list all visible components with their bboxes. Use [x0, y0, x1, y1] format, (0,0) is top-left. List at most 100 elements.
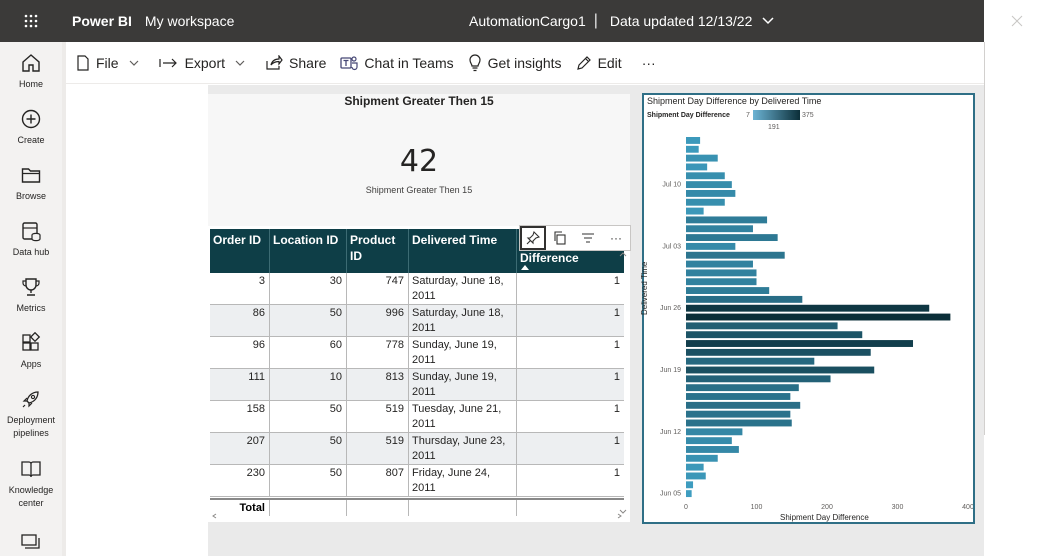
chart-bar[interactable]: [686, 278, 757, 286]
edit-button[interactable]: Edit: [569, 42, 629, 84]
home-icon: [22, 54, 40, 72]
share-icon: [266, 54, 283, 70]
chart-bar[interactable]: [686, 366, 875, 374]
table-cell-diff: 1: [613, 467, 620, 479]
x-tick-label: 200: [821, 504, 833, 511]
card-value: 42: [399, 144, 439, 179]
nav-item-metrics[interactable]: Metrics: [0, 276, 62, 315]
table-row[interactable]: 158 50 519 Tuesday, June 21, 2011 1: [210, 401, 624, 433]
chart-bar[interactable]: [686, 295, 803, 303]
column-header-order-id[interactable]: Order ID: [210, 229, 270, 273]
lightbulb-icon: [469, 53, 481, 71]
share-button[interactable]: Share: [258, 42, 333, 84]
visual-more-options-button[interactable]: ···: [602, 226, 630, 250]
nav-item-apps[interactable]: Apps: [0, 332, 62, 371]
table-row[interactable]: 96 60 778 Sunday, June 19, 2011 1: [210, 337, 624, 369]
chart-bar[interactable]: [686, 410, 791, 418]
chart-bar[interactable]: [686, 313, 951, 321]
chart-bar[interactable]: [686, 437, 732, 445]
table-cell-diff: 1: [613, 339, 620, 351]
chart-bar[interactable]: [686, 181, 732, 189]
column-header-product-id[interactable]: Product ID: [347, 229, 409, 273]
table-cell-delivered: Saturday, June 18, 2011: [409, 273, 517, 304]
table-cell-location-id: 50: [270, 401, 347, 432]
chart-bar[interactable]: [686, 472, 706, 480]
chart-bar[interactable]: [686, 145, 699, 153]
file-menu-button[interactable]: File: [69, 42, 152, 84]
table-row[interactable]: 111 10 813 Sunday, June 19, 2011 1: [210, 369, 624, 401]
chart-bar[interactable]: [686, 251, 785, 259]
chat-in-teams-button[interactable]: Chat in Teams: [333, 42, 460, 84]
visual-header-toolbar: ···: [519, 225, 631, 251]
export-menu-button[interactable]: Export: [152, 42, 258, 84]
chart-bar[interactable]: [686, 189, 736, 197]
filter-visual-button[interactable]: [574, 226, 602, 250]
chevron-down-icon[interactable]: [762, 17, 774, 25]
chart-bar[interactable]: [686, 322, 838, 330]
card-visual[interactable]: Shipment Greater Then 15 42 Shipment Gre…: [208, 94, 630, 226]
chart-bar[interactable]: [686, 490, 692, 498]
pin-visual-button[interactable]: [520, 226, 546, 250]
chart-bar[interactable]: [686, 481, 694, 489]
close-icon[interactable]: [1011, 15, 1023, 27]
vertical-scrollbar[interactable]: [619, 252, 627, 514]
table-cell-product-id: 996: [347, 305, 409, 336]
chart-bar[interactable]: [686, 163, 708, 171]
nav-item-workspaces[interactable]: [0, 532, 62, 554]
title-separator: |: [593, 12, 598, 29]
table-row[interactable]: 86 50 996 Saturday, June 18, 2011 1: [210, 305, 624, 337]
chart-bar[interactable]: [686, 348, 871, 356]
nav-item-create[interactable]: Create: [0, 108, 62, 147]
chart-bar[interactable]: [686, 331, 863, 339]
table-row[interactable]: 207 50 519 Thursday, June 23, 2011 1: [210, 433, 624, 465]
chart-bar[interactable]: [686, 463, 704, 471]
table-cell-order-id: 86: [210, 305, 270, 336]
chart-bar[interactable]: [686, 207, 704, 215]
nav-item-data-hub[interactable]: Data hub: [0, 220, 62, 259]
column-header-location-id[interactable]: Location ID: [270, 229, 347, 273]
column-header-delivered-time[interactable]: Delivered Time: [409, 229, 517, 273]
table-row[interactable]: 3 30 747 Saturday, June 18, 2011 1: [210, 273, 624, 305]
chart-bar[interactable]: [686, 340, 914, 347]
table-cell-location-id: 10: [270, 369, 347, 400]
get-insights-button[interactable]: Get insights: [461, 42, 569, 84]
chart-bar[interactable]: [686, 401, 801, 409]
chart-bar[interactable]: [686, 154, 718, 162]
report-title-area[interactable]: AutomationCargo1 | Data updated 12/13/22: [469, 0, 774, 42]
chart-bar[interactable]: [686, 375, 831, 383]
chart-bar[interactable]: [686, 384, 799, 392]
app-launcher-button[interactable]: [0, 0, 62, 42]
copy-visual-button[interactable]: [546, 226, 574, 250]
chart-bar[interactable]: [686, 216, 768, 224]
nav-item-deployment-pipelines[interactable]: Deployment pipelines: [0, 388, 62, 440]
chart-bar[interactable]: [686, 137, 701, 144]
chart-bar[interactable]: [686, 393, 791, 400]
chart-bar[interactable]: [686, 304, 930, 312]
chart-bar[interactable]: [686, 260, 753, 268]
chart-bar[interactable]: [686, 428, 743, 436]
app-name[interactable]: Power BI: [72, 13, 132, 29]
nav-item-knowledge-center[interactable]: Knowledge center: [0, 458, 62, 510]
nav-item-browse[interactable]: Browse: [0, 164, 62, 203]
chart-bar[interactable]: [686, 198, 725, 206]
chart-bar[interactable]: [686, 287, 770, 294]
more-options-button[interactable]: ···: [635, 42, 663, 84]
horizontal-scrollbar[interactable]: [212, 513, 622, 519]
chart-bar[interactable]: [686, 225, 753, 233]
chart-bar[interactable]: [686, 454, 718, 462]
chart-bar[interactable]: [686, 269, 757, 277]
chart-bar[interactable]: [686, 446, 739, 453]
table-cell-order-id: 207: [210, 433, 270, 464]
bar-chart-visual[interactable]: Shipment Day Difference by Delivered Tim…: [640, 93, 975, 524]
chart-bar[interactable]: [686, 234, 778, 242]
chart-bar[interactable]: [686, 172, 725, 180]
table-visual[interactable]: Order ID Location ID Product ID Delivere…: [208, 226, 630, 522]
plus-circle-icon: [21, 109, 41, 129]
chart-bar[interactable]: [686, 242, 736, 250]
table-cell-location-id: 30: [270, 273, 347, 304]
chart-bar[interactable]: [686, 357, 815, 365]
table-row[interactable]: 230 50 807 Friday, June 24, 2011 1: [210, 465, 624, 497]
nav-item-home[interactable]: Home: [0, 52, 62, 91]
workspace-breadcrumb[interactable]: My workspace: [145, 13, 234, 29]
chart-bar[interactable]: [686, 419, 792, 427]
